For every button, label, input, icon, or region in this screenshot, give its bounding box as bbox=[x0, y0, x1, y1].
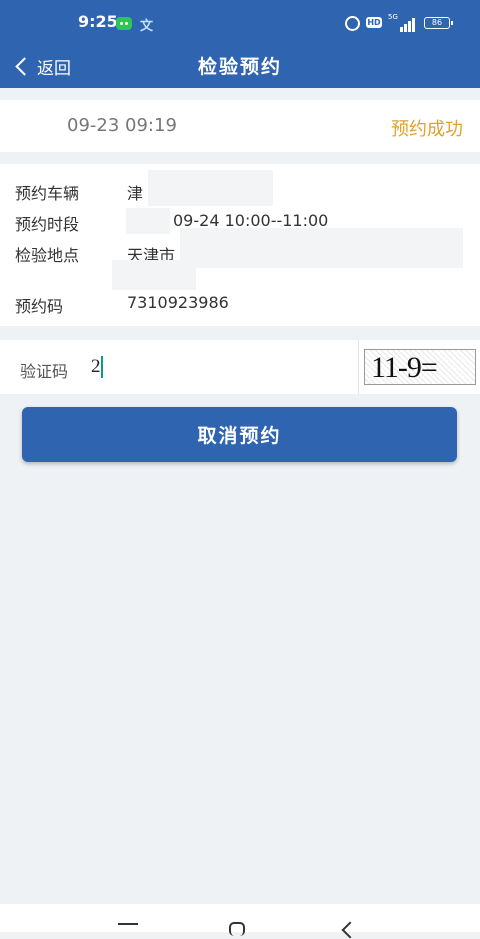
text-caret bbox=[101, 356, 103, 378]
appointment-created-time: 09-23 09:19 bbox=[67, 115, 177, 136]
back-arrow-icon[interactable] bbox=[341, 921, 359, 939]
redacted-plate bbox=[148, 170, 273, 206]
translate-notification-icon: 文 bbox=[140, 19, 154, 34]
captcha-input[interactable] bbox=[88, 350, 351, 384]
battery-icon: 86 bbox=[424, 17, 453, 29]
time-slot-label: 预约时段 bbox=[15, 215, 80, 234]
system-navigation-bar bbox=[0, 904, 480, 939]
captcha-label: 验证码 bbox=[20, 362, 69, 381]
network-type-label: 5G bbox=[388, 13, 398, 21]
appointment-summary-row: 09-23 09:19 预约成功 bbox=[0, 100, 480, 152]
redacted-date-prefix bbox=[126, 208, 170, 234]
app-header: 9:25 文 HD 5G 86 返回 检验预约 bbox=[0, 0, 480, 88]
captcha-image-text: 11-9= bbox=[371, 351, 438, 384]
captcha-image-box: 11-9= bbox=[364, 349, 476, 385]
vehicle-value: 津 bbox=[127, 184, 144, 203]
redacted-address-line2 bbox=[112, 260, 196, 290]
nav-bar: 返回 检验预约 bbox=[0, 44, 480, 88]
captcha-row: 验证码 11-9= bbox=[0, 340, 480, 394]
home-icon[interactable] bbox=[229, 922, 245, 936]
booking-code-value: 7310923986 bbox=[127, 293, 229, 312]
booking-code-label: 预约码 bbox=[15, 297, 64, 316]
status-time: 9:25 bbox=[78, 12, 118, 31]
status-bar: 9:25 文 HD 5G 86 bbox=[0, 0, 480, 44]
hd-icon: HD bbox=[366, 17, 382, 28]
signal-icon: 5G bbox=[388, 14, 416, 32]
vehicle-label: 预约车辆 bbox=[15, 184, 80, 203]
redacted-address bbox=[180, 228, 463, 268]
menu-icon[interactable] bbox=[118, 923, 138, 925]
page-title: 检验预约 bbox=[197, 56, 282, 78]
status-badge: 预约成功 bbox=[391, 119, 463, 140]
location-label: 检验地点 bbox=[15, 246, 80, 265]
wechat-notification-icon bbox=[116, 17, 132, 30]
appointment-details-card: 预约车辆 津 预约时段 09-24 10:00--11:00 检验地点 天津市 … bbox=[0, 164, 480, 326]
alarm-icon bbox=[345, 16, 360, 31]
cancel-appointment-button[interactable]: 取消预约 bbox=[22, 407, 457, 462]
captcha-image[interactable]: 11-9= bbox=[358, 340, 480, 394]
